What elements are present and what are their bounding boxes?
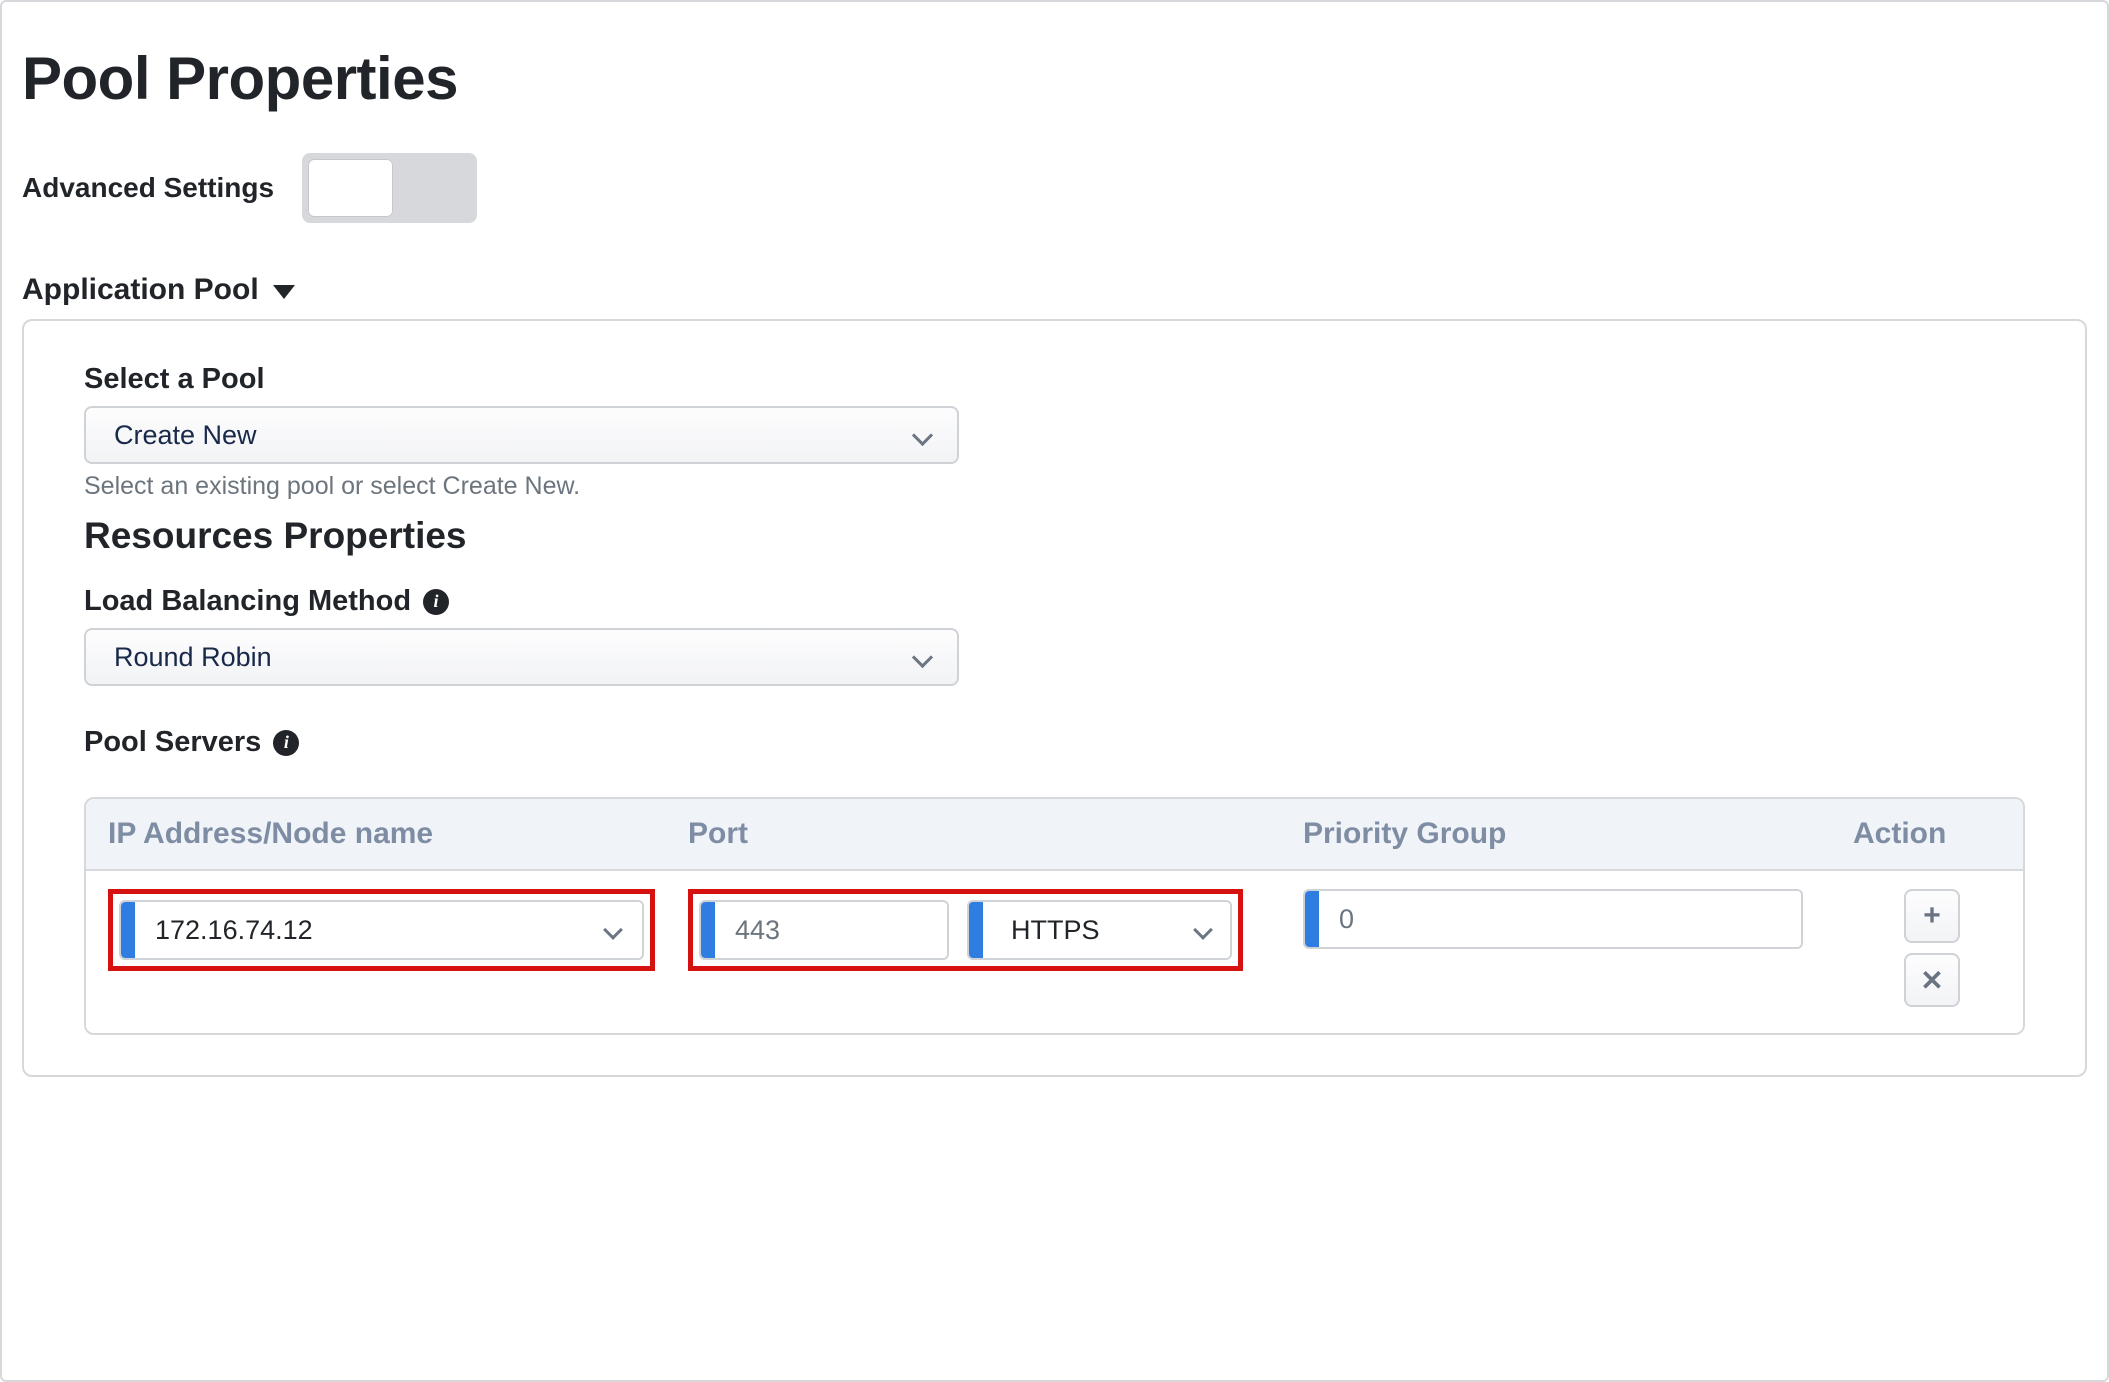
lb-method-label-text: Load Balancing Method (84, 585, 411, 618)
priority-value: 0 (1319, 891, 1801, 947)
advanced-settings-row: Advanced Settings (22, 153, 2087, 223)
blue-marker (121, 902, 135, 958)
plus-icon: + (1923, 899, 1941, 933)
ip-value: 172.16.74.12 (155, 915, 313, 946)
application-pool-panel: Select a Pool Create New Select an exist… (22, 319, 2087, 1077)
info-icon[interactable]: i (273, 730, 299, 756)
ip-input[interactable]: 172.16.74.12 (119, 900, 644, 960)
toggle-knob (308, 159, 393, 217)
lb-method-dropdown[interactable]: Round Robin (84, 628, 959, 686)
blue-marker (1305, 891, 1319, 947)
chevron-down-icon (604, 921, 622, 939)
port-value: 443 (715, 902, 947, 958)
table-header-row: IP Address/Node name Port Priority Group… (86, 799, 2023, 871)
page-container: Pool Properties Advanced Settings Applic… (0, 0, 2109, 1382)
resources-heading: Resources Properties (84, 515, 2025, 557)
cell-ip: 172.16.74.12 (98, 889, 678, 971)
lb-method-label: Load Balancing Method i (84, 585, 2025, 618)
page-title: Pool Properties (22, 44, 2087, 113)
section-header-label: Application Pool (22, 273, 259, 307)
port-input[interactable]: 443 (699, 900, 949, 960)
select-pool-value: Create New (114, 420, 257, 451)
table-row: 172.16.74.12 443 (86, 871, 2023, 1033)
select-pool-help: Select an existing pool or select Create… (84, 472, 2025, 501)
protocol-select-wrapper: HTTPS (983, 902, 1230, 958)
add-row-button[interactable]: + (1904, 889, 1960, 943)
caret-down-icon (273, 285, 295, 299)
cell-action: + ✕ (1853, 889, 2011, 1007)
close-icon: ✕ (1920, 964, 1943, 997)
blue-marker (969, 902, 983, 958)
protocol-select[interactable]: HTTPS (967, 900, 1232, 960)
priority-input[interactable]: 0 (1303, 889, 1803, 949)
th-port: Port (678, 817, 1293, 851)
advanced-settings-label: Advanced Settings (22, 172, 274, 204)
section-application-pool-header[interactable]: Application Pool (22, 273, 2087, 307)
lb-method-value: Round Robin (114, 642, 272, 673)
chevron-down-icon (1194, 921, 1212, 939)
ip-highlight: 172.16.74.12 (108, 889, 655, 971)
pool-servers-table: IP Address/Node name Port Priority Group… (84, 797, 2025, 1035)
select-pool-label: Select a Pool (84, 363, 2025, 396)
chevron-down-icon (913, 647, 933, 667)
th-ip: IP Address/Node name (98, 817, 678, 851)
pool-servers-label-text: Pool Servers (84, 726, 261, 759)
remove-row-button[interactable]: ✕ (1904, 953, 1960, 1007)
protocol-value: HTTPS (1011, 915, 1100, 946)
select-pool-dropdown[interactable]: Create New (84, 406, 959, 464)
cell-port: 443 HTTPS (678, 889, 1293, 971)
cell-priority: 0 (1293, 889, 1853, 949)
advanced-settings-toggle[interactable] (302, 153, 477, 223)
port-highlight: 443 HTTPS (688, 889, 1243, 971)
chevron-down-icon (913, 425, 933, 445)
ip-input-wrapper: 172.16.74.12 (135, 902, 642, 958)
th-priority: Priority Group (1293, 817, 1853, 851)
pool-servers-label: Pool Servers i (84, 726, 2025, 759)
blue-marker (701, 902, 715, 958)
info-icon[interactable]: i (423, 589, 449, 615)
th-action: Action (1853, 817, 2011, 851)
